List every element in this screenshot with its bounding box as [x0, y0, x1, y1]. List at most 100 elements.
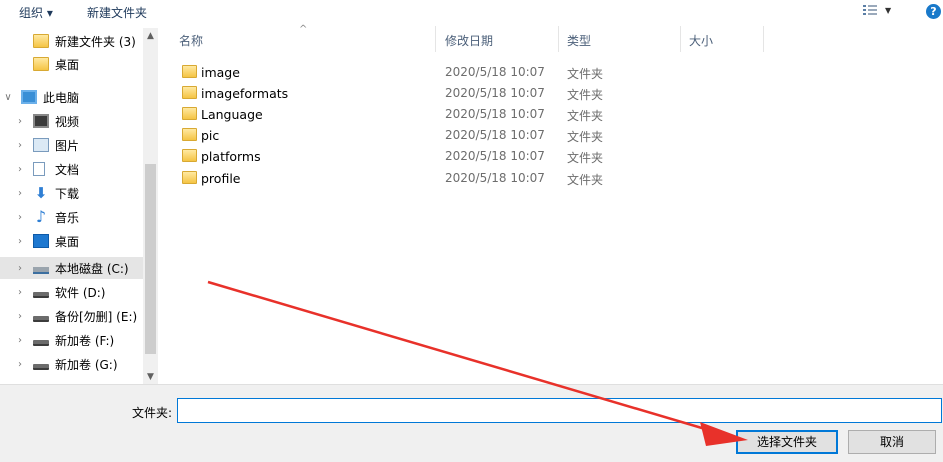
file-row-image[interactable]: image 2020/5/18 10:07 文件夹: [180, 62, 940, 83]
chevron-down-icon: ▼: [885, 5, 892, 15]
nav-item-drive-e[interactable]: › 备份[勿删] (E:): [0, 305, 143, 327]
column-divider[interactable]: [763, 26, 764, 52]
folder-icon: [182, 86, 197, 99]
file-type: 文件夹: [567, 130, 604, 144]
file-row-language[interactable]: Language 2020/5/18 10:07 文件夹: [180, 104, 940, 125]
nav-item-music[interactable]: › ♪ 音乐: [0, 206, 143, 228]
nav-item-desktop-folder[interactable]: 桌面: [0, 53, 143, 75]
pictures-icon: [33, 138, 49, 152]
nav-item-label: 视频: [55, 114, 80, 129]
file-type: 文件夹: [567, 151, 604, 165]
navigation-pane: 新建文件夹 (3) 桌面 ∨ 此电脑 › 视频 › 图片 › 文档 › ⬇ 下载…: [0, 24, 158, 384]
chevron-right-icon[interactable]: ›: [14, 164, 26, 175]
chevron-right-icon[interactable]: ›: [14, 140, 26, 151]
file-row-pic[interactable]: pic 2020/5/18 10:07 文件夹: [180, 125, 940, 146]
scrollbar-thumb[interactable]: [145, 164, 156, 354]
file-name: profile: [201, 171, 241, 186]
nav-item-downloads[interactable]: › ⬇ 下载: [0, 182, 143, 204]
column-header-date[interactable]: 修改日期: [445, 32, 493, 49]
nav-item-this-pc[interactable]: ∨ 此电脑: [0, 86, 143, 108]
dialog-footer: 文件夹: 选择文件夹 取消: [0, 384, 943, 462]
file-row-profile[interactable]: profile 2020/5/18 10:07 文件夹: [180, 168, 940, 189]
desktop-icon: [33, 234, 49, 248]
column-divider[interactable]: [558, 26, 559, 52]
new-folder-button[interactable]: 新建文件夹: [87, 4, 147, 21]
organize-button[interactable]: 组织 ▾: [19, 4, 53, 21]
chevron-right-icon[interactable]: ›: [14, 236, 26, 247]
drive-icon: [33, 340, 49, 346]
nav-item-label: 下载: [55, 186, 80, 201]
chevron-right-icon[interactable]: ›: [14, 212, 26, 223]
column-divider[interactable]: [680, 26, 681, 52]
column-header-label: 大小: [689, 34, 714, 48]
details-view-icon: [863, 5, 877, 15]
nav-item-label: 新加卷 (G:): [55, 357, 118, 372]
nav-item-drive-f[interactable]: › 新加卷 (F:): [0, 329, 143, 351]
folder-icon: [182, 149, 197, 162]
folder-icon: [182, 65, 197, 78]
folder-field-label: 文件夹:: [132, 406, 173, 420]
view-options-button[interactable]: ▼: [863, 4, 891, 16]
folder-icon: [33, 34, 49, 48]
file-name: image: [201, 65, 240, 80]
file-name: imageformats: [201, 86, 289, 101]
nav-item-label: 本地磁盘 (C:): [55, 261, 129, 276]
file-row-imageformats[interactable]: imageformats 2020/5/18 10:07 文件夹: [180, 83, 940, 104]
scroll-down-icon[interactable]: ▼: [143, 369, 158, 385]
chevron-right-icon[interactable]: ›: [14, 287, 26, 298]
file-date: 2020/5/18 10:07: [445, 128, 545, 142]
column-divider[interactable]: [435, 26, 436, 52]
cancel-button[interactable]: 取消: [848, 430, 936, 454]
column-header-size[interactable]: 大小: [689, 32, 713, 49]
file-name: Language: [201, 107, 263, 122]
nav-item-label: 新加卷 (F:): [55, 333, 115, 348]
nav-item-label: 新建文件夹 (3): [55, 34, 136, 49]
nav-item-label: 软件 (D:): [55, 285, 106, 300]
nav-scrollbar[interactable]: ▲ ▼: [143, 28, 158, 385]
file-date: 2020/5/18 10:07: [445, 171, 545, 185]
file-type: 文件夹: [567, 67, 604, 81]
video-icon: [33, 114, 49, 128]
chevron-down-icon[interactable]: ∨: [2, 92, 14, 103]
nav-item-label: 此电脑: [43, 90, 80, 105]
chevron-right-icon[interactable]: ›: [14, 359, 26, 370]
nav-item-label: 桌面: [55, 57, 80, 72]
chevron-right-icon[interactable]: ›: [14, 311, 26, 322]
column-header-label: 修改日期: [445, 34, 494, 48]
system-drive-icon: [33, 267, 49, 274]
nav-item-desktop[interactable]: › 桌面: [0, 230, 143, 252]
chevron-right-icon[interactable]: ›: [14, 116, 26, 127]
file-type: 文件夹: [567, 173, 604, 187]
nav-item-drive-d[interactable]: › 软件 (D:): [0, 281, 143, 303]
drive-icon: [33, 364, 49, 370]
toolbar: 组织 ▾ 新建文件夹 ▼ ?: [0, 0, 943, 24]
download-icon: ⬇: [34, 184, 48, 202]
nav-item-label: 图片: [55, 138, 80, 153]
nav-item-drive-g[interactable]: › 新加卷 (G:): [0, 353, 143, 375]
scroll-up-icon[interactable]: ▲: [143, 28, 158, 44]
nav-item-drive-c[interactable]: › 本地磁盘 (C:): [0, 257, 143, 279]
help-icon: ?: [930, 5, 937, 18]
sort-ascending-icon: ^: [299, 24, 308, 35]
file-date: 2020/5/18 10:07: [445, 149, 545, 163]
file-row-platforms[interactable]: platforms 2020/5/18 10:07 文件夹: [180, 146, 940, 167]
music-icon: ♪: [35, 207, 47, 226]
folder-icon: [182, 171, 197, 184]
column-header-name[interactable]: 名称: [179, 32, 203, 49]
chevron-right-icon[interactable]: ›: [14, 188, 26, 199]
folder-input[interactable]: [177, 398, 942, 423]
chevron-right-icon[interactable]: ›: [14, 263, 26, 274]
help-button[interactable]: ?: [926, 4, 941, 19]
nav-item-videos[interactable]: › 视频: [0, 110, 143, 132]
file-date: 2020/5/18 10:07: [445, 65, 545, 79]
nav-item-pictures[interactable]: › 图片: [0, 134, 143, 156]
chevron-right-icon[interactable]: ›: [14, 335, 26, 346]
file-type: 文件夹: [567, 109, 604, 123]
nav-item-label: 文档: [55, 162, 80, 177]
nav-item-label: 桌面: [55, 234, 80, 249]
nav-item-new-folder-3[interactable]: 新建文件夹 (3): [0, 30, 143, 52]
nav-item-documents[interactable]: › 文档: [0, 158, 143, 180]
select-folder-button[interactable]: 选择文件夹: [736, 430, 838, 454]
file-date: 2020/5/18 10:07: [445, 86, 545, 100]
column-header-type[interactable]: 类型: [567, 32, 591, 49]
